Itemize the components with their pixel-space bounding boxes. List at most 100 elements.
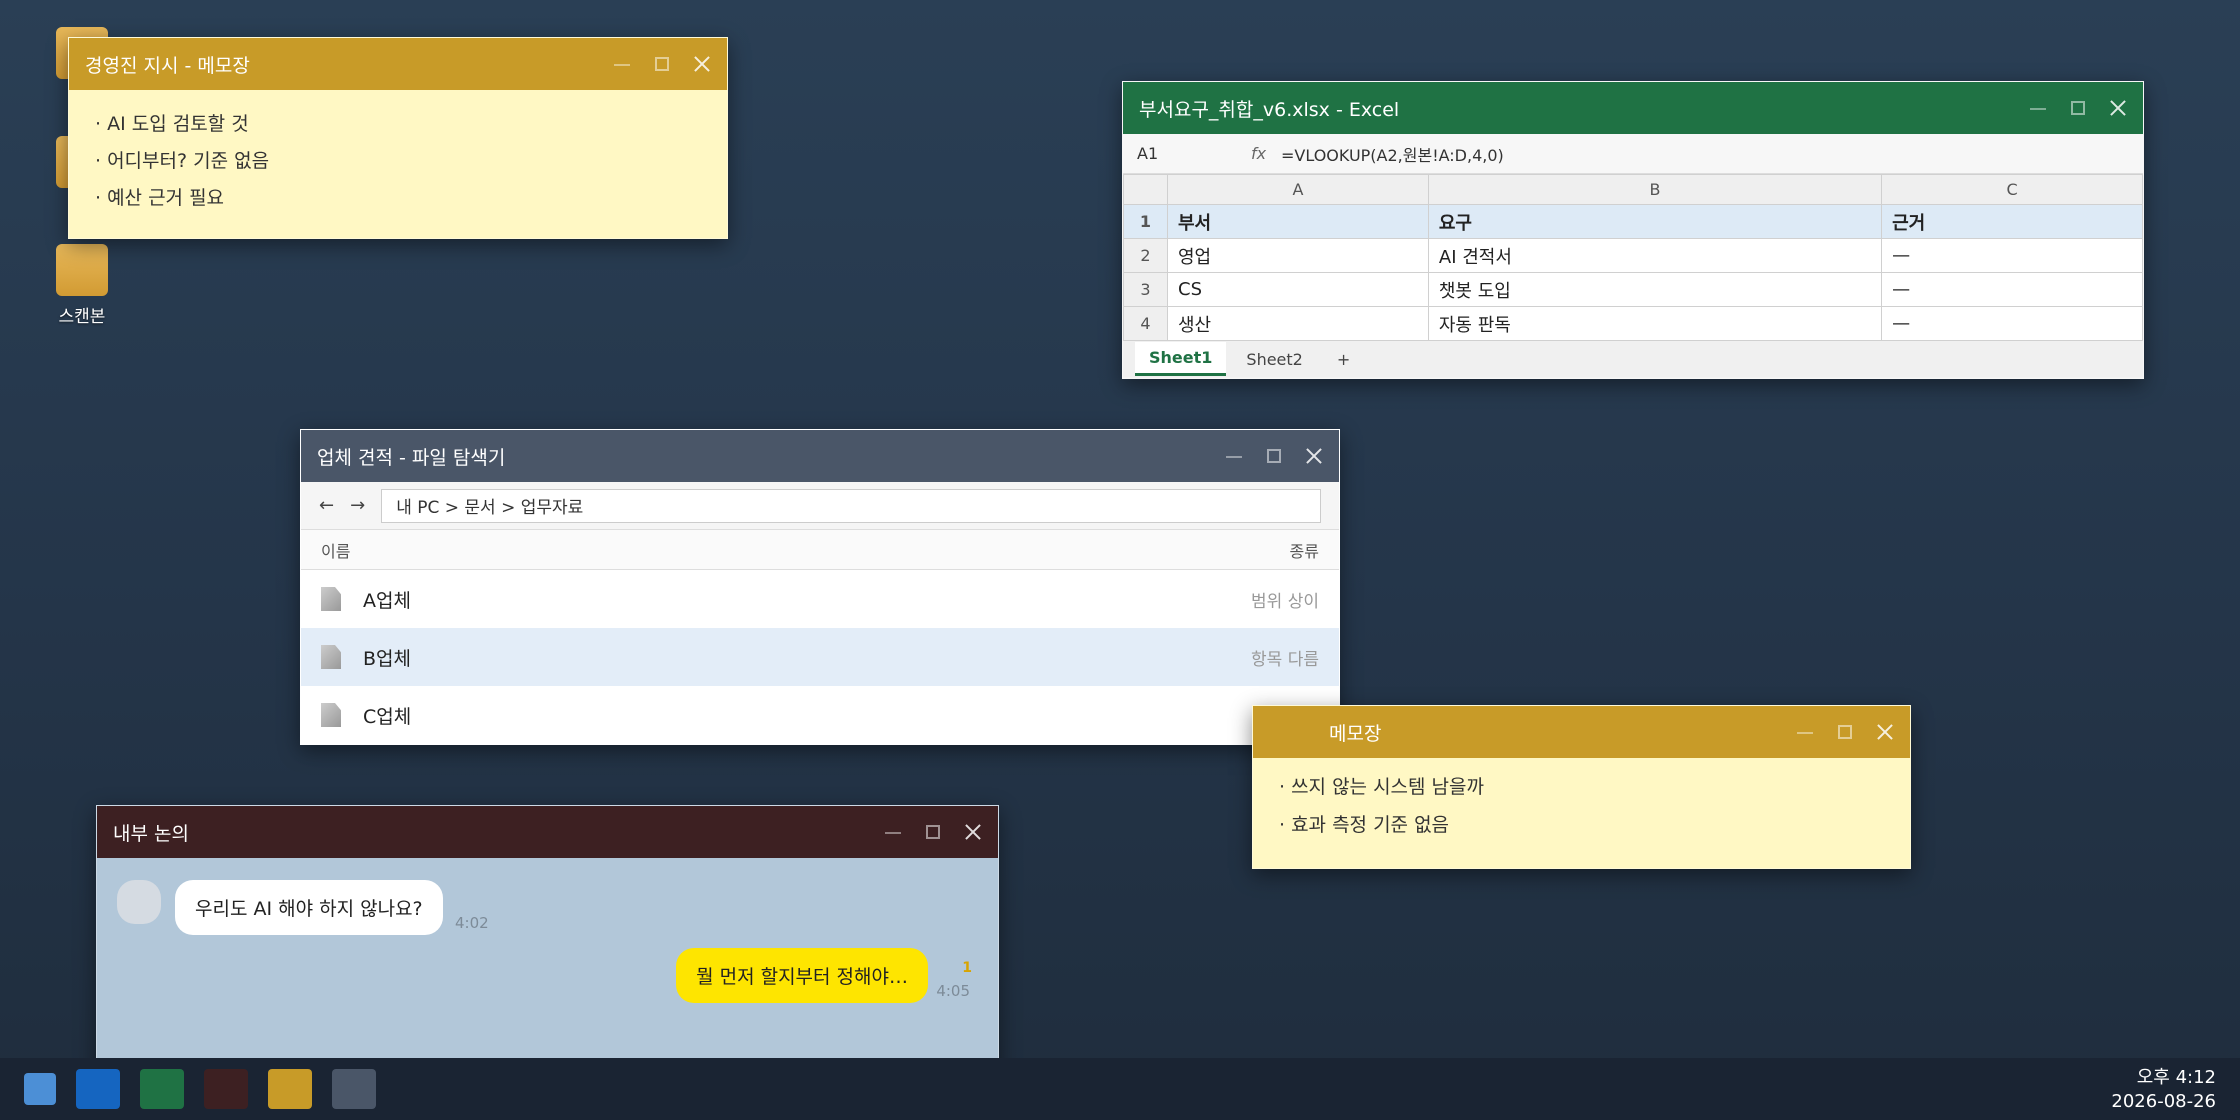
file-explorer-window[interactable]: 업체 견적 - 파일 탐색기 ← → 내 PC > 문서 > 업무자료 이름 종… <box>300 429 1340 745</box>
column-header[interactable]: A <box>1167 174 1429 205</box>
cell[interactable]: 부서 <box>1167 204 1429 239</box>
taskbar-app-browser[interactable] <box>76 1069 120 1109</box>
column-header-type[interactable]: 종류 <box>1290 538 1319 562</box>
desktop-icon-scans[interactable]: 스캔본 <box>37 244 127 327</box>
window-titlebar[interactable]: 경영진 지시 - 메모장 <box>69 38 727 90</box>
file-row[interactable]: C업체 비교 불가 <box>301 686 1339 744</box>
cell[interactable]: CS <box>1167 272 1429 307</box>
memo-line: · 어디부터? 기준 없음 <box>95 150 270 172</box>
maximize-icon[interactable] <box>1836 723 1854 741</box>
excel-window[interactable]: 부서요구_취합_v6.xlsx - Excel A1 fx =VLOOKUP(A… <box>1122 81 2144 379</box>
window-title: 업체 견적 - 파일 탐색기 <box>317 446 506 469</box>
maximize-icon[interactable] <box>653 55 671 73</box>
file-icon <box>321 645 341 669</box>
close-icon[interactable] <box>693 55 711 73</box>
row-number[interactable]: 2 <box>1123 238 1168 273</box>
row-number[interactable]: 4 <box>1123 306 1168 341</box>
message-bubble-incoming[interactable]: 우리도 AI 해야 하지 않나요? <box>175 880 443 935</box>
taskbar-app-excel[interactable] <box>140 1069 184 1109</box>
minimize-icon[interactable] <box>1796 723 1814 741</box>
tab-sheet1[interactable]: Sheet1 <box>1135 342 1227 376</box>
row-number[interactable]: 1 <box>1123 204 1168 239</box>
taskbar-app-notepad[interactable] <box>268 1069 312 1109</box>
column-header[interactable]: C <box>1881 174 2143 205</box>
cell[interactable]: — <box>1881 238 2143 273</box>
column-headers: 이름 종류 <box>301 530 1339 570</box>
column-header-name[interactable]: 이름 <box>321 538 350 562</box>
formula-bar[interactable]: A1 fx =VLOOKUP(A2,원본!A:D,4,0) <box>1123 134 2143 174</box>
file-row[interactable]: A업체 범위 상이 <box>301 570 1339 628</box>
folder-icon <box>56 244 108 296</box>
chat-window[interactable]: 내부 논의 우리도 AI 해야 하지 않나요? 4:02 뭘 먼저 할지부터 정… <box>96 805 999 1090</box>
maximize-icon[interactable] <box>924 823 942 841</box>
cell[interactable]: 영업 <box>1167 238 1429 273</box>
cell[interactable]: 생산 <box>1167 306 1429 341</box>
spreadsheet-grid[interactable]: A B C 1 부서 요구 근거 2 영업 AI 견적서 — 3 CS 챗봇 도… <box>1123 174 2143 341</box>
path-text: 내 PC > 문서 > 업무자료 <box>396 498 584 518</box>
notepad-text-area[interactable]: · 쓰지 않는 시스템 남을까 · 효과 측정 기준 없음 <box>1253 758 1910 860</box>
window-titlebar[interactable]: 업체 견적 - 파일 탐색기 <box>301 430 1339 482</box>
add-sheet-button[interactable]: + <box>1323 344 1364 375</box>
table-row: 4 생산 자동 판독 — <box>1123 306 2143 341</box>
cell[interactable]: AI 견적서 <box>1427 238 1883 273</box>
formula-text[interactable]: =VLOOKUP(A2,원본!A:D,4,0) <box>1281 142 1504 166</box>
file-name: C업체 <box>363 705 412 728</box>
window-title: 경영진 지시 - 메모장 <box>85 54 250 77</box>
avatar[interactable] <box>117 880 161 924</box>
close-icon[interactable] <box>1305 447 1323 465</box>
sheet-tabs: Sheet1 Sheet2 + <box>1123 341 2143 377</box>
row-number[interactable]: 3 <box>1123 272 1168 307</box>
close-icon[interactable] <box>1876 723 1894 741</box>
table-row: 1 부서 요구 근거 <box>1123 204 2143 239</box>
cell[interactable]: 근거 <box>1881 204 2143 239</box>
cell[interactable]: — <box>1881 272 2143 307</box>
address-bar[interactable]: 내 PC > 문서 > 업무자료 <box>381 488 1321 523</box>
notepad-window-directive[interactable]: 경영진 지시 - 메모장 · AI 도입 검토할 것 · 어디부터? 기준 없음… <box>68 37 728 239</box>
taskbar-app-chat[interactable] <box>204 1069 248 1109</box>
file-type: 범위 상이 <box>1251 591 1319 612</box>
cell[interactable]: 요구 <box>1427 204 1883 239</box>
minimize-icon[interactable] <box>613 55 631 73</box>
tab-sheet2[interactable]: Sheet2 <box>1232 344 1316 375</box>
system-clock[interactable]: 오후 4:12 2026-08-26 <box>2111 1066 2216 1114</box>
file-row[interactable]: B업체 항목 다름 <box>301 628 1339 686</box>
window-title: 메모장 <box>1329 722 1382 745</box>
fx-icon: fx <box>1251 144 1267 163</box>
maximize-icon[interactable] <box>2069 99 2087 117</box>
forward-arrow-icon[interactable]: → <box>350 495 365 516</box>
close-icon[interactable] <box>2109 99 2127 117</box>
start-button[interactable] <box>24 1073 56 1105</box>
cell[interactable]: 챗봇 도입 <box>1427 272 1883 307</box>
taskbar-app-explorer[interactable] <box>332 1069 376 1109</box>
file-type: 항목 다름 <box>1251 649 1319 670</box>
name-box[interactable]: A1 <box>1123 144 1251 163</box>
minimize-icon[interactable] <box>884 823 902 841</box>
window-titlebar[interactable]: 내부 논의 <box>97 806 998 858</box>
file-name: B업체 <box>363 647 411 670</box>
minimize-icon[interactable] <box>2029 99 2047 117</box>
file-name: A업체 <box>363 589 411 612</box>
message-bubble-outgoing[interactable]: 뭘 먼저 할지부터 정해야… <box>676 948 928 1003</box>
table-row: 2 영업 AI 견적서 — <box>1123 238 2143 273</box>
column-header[interactable]: B <box>1427 174 1883 205</box>
back-arrow-icon[interactable]: ← <box>319 495 334 516</box>
cell[interactable]: — <box>1881 306 2143 341</box>
message-time: 4:02 <box>455 914 489 932</box>
window-titlebar[interactable]: 메모장 <box>1253 706 1910 758</box>
taskbar: 오후 4:12 2026-08-26 <box>0 1058 2240 1120</box>
memo-line: · AI 도입 검토할 것 <box>95 113 249 135</box>
window-titlebar[interactable]: 부서요구_취합_v6.xlsx - Excel <box>1123 82 2143 134</box>
maximize-icon[interactable] <box>1265 447 1283 465</box>
close-icon[interactable] <box>964 823 982 841</box>
corner-cell[interactable] <box>1123 174 1168 205</box>
clock-time: 오후 4:12 <box>2136 1067 2216 1088</box>
memo-line: · 예산 근거 필요 <box>95 187 225 209</box>
minimize-icon[interactable] <box>1225 447 1243 465</box>
notepad-window-concerns[interactable]: 메모장 · 쓰지 않는 시스템 남을까 · 효과 측정 기준 없음 <box>1252 705 1911 869</box>
notepad-text-area[interactable]: · AI 도입 검토할 것 · 어디부터? 기준 없음 · 예산 근거 필요 <box>69 90 727 233</box>
unread-count: 1 <box>962 960 972 976</box>
clock-date: 2026-08-26 <box>2111 1091 2216 1112</box>
desktop-icon-label: 스캔본 <box>58 307 106 327</box>
window-title: 부서요구_취합_v6.xlsx - Excel <box>1139 98 1400 121</box>
cell[interactable]: 자동 판독 <box>1427 306 1883 341</box>
